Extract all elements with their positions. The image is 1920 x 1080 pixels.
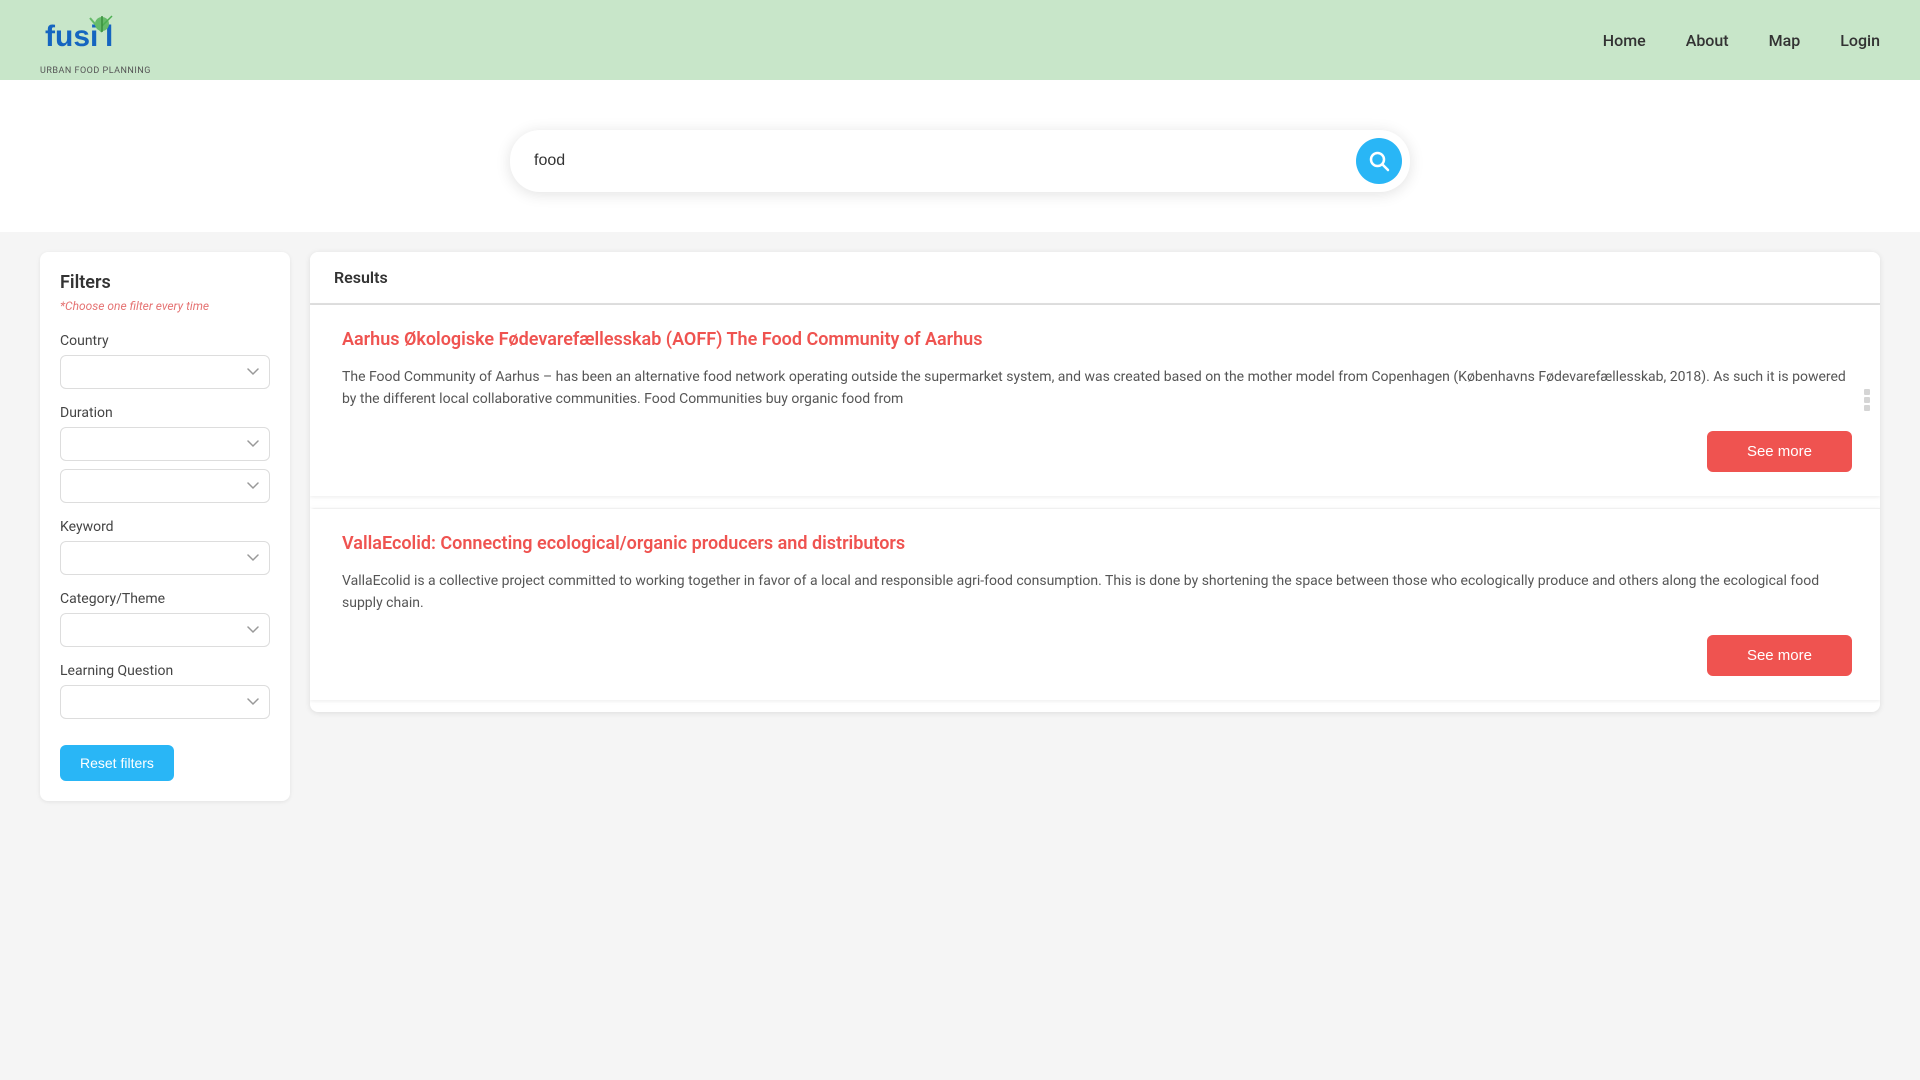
- filter-learning: Learning Question: [60, 663, 270, 719]
- duration-label: Duration: [60, 405, 270, 421]
- results-container: Results Aarhus Økologiske Fødevarefælles…: [310, 252, 1880, 712]
- country-label: Country: [60, 333, 270, 349]
- logo-svg: fusi l: [40, 4, 140, 64]
- result-text-1: The Food Community of Aarhus – has been …: [342, 366, 1852, 411]
- search-input[interactable]: [534, 152, 1356, 170]
- result-text-2: VallaEcolid is a collective project comm…: [342, 570, 1852, 615]
- nav-map[interactable]: Map: [1769, 31, 1801, 50]
- results-header: Results: [310, 252, 1880, 305]
- category-label: Category/Theme: [60, 591, 270, 607]
- results-title: Results: [334, 268, 388, 287]
- svg-text:fusi: fusi: [45, 20, 98, 53]
- keyword-label: Keyword: [60, 519, 270, 535]
- filter-country: Country: [60, 333, 270, 389]
- country-select[interactable]: [60, 355, 270, 389]
- result-actions-2: See more: [342, 635, 1852, 676]
- filter-category: Category/Theme: [60, 591, 270, 647]
- results-area: Results Aarhus Økologiske Fødevarefælles…: [310, 252, 1880, 912]
- search-bar: [510, 130, 1410, 192]
- duration-select-2[interactable]: [60, 469, 270, 503]
- main-content: Filters *Choose one filter every time Co…: [0, 232, 1920, 932]
- filter-duration: Duration: [60, 405, 270, 503]
- keyword-select[interactable]: [60, 541, 270, 575]
- see-more-button-2[interactable]: See more: [1707, 635, 1852, 676]
- category-select[interactable]: [60, 613, 270, 647]
- main-nav: Home About Map Login: [1603, 31, 1880, 50]
- logo-subtitle: URBAN FOOD PLANNING: [40, 66, 151, 76]
- header: fusi l URBAN FOOD PLANNING Home About Ma…: [0, 0, 1920, 80]
- filter-keyword: Keyword: [60, 519, 270, 575]
- logo: fusi l: [40, 4, 140, 64]
- sidebar-title: Filters: [60, 272, 270, 293]
- search-button[interactable]: [1356, 138, 1402, 184]
- result-card-2: VallaEcolid: Connecting ecological/organ…: [310, 508, 1880, 700]
- scroll-indicator-1: [1864, 389, 1870, 411]
- nav-login[interactable]: Login: [1840, 31, 1880, 50]
- sidebar: Filters *Choose one filter every time Co…: [40, 252, 290, 801]
- nav-home[interactable]: Home: [1603, 31, 1646, 50]
- duration-select-1[interactable]: [60, 427, 270, 461]
- result-title-1: Aarhus Økologiske Fødevarefællesskab (AO…: [342, 329, 1852, 350]
- nav-about[interactable]: About: [1686, 31, 1729, 50]
- reset-filters-button[interactable]: Reset filters: [60, 745, 174, 781]
- learning-label: Learning Question: [60, 663, 270, 679]
- logo-area: fusi l URBAN FOOD PLANNING: [40, 4, 151, 76]
- sidebar-hint: *Choose one filter every time: [60, 299, 270, 313]
- result-actions-1: See more: [342, 431, 1852, 472]
- result-card-1: Aarhus Økologiske Fødevarefællesskab (AO…: [310, 305, 1880, 496]
- see-more-button-1[interactable]: See more: [1707, 431, 1852, 472]
- search-icon: [1368, 150, 1390, 172]
- learning-select[interactable]: [60, 685, 270, 719]
- result-title-2: VallaEcolid: Connecting ecological/organ…: [342, 533, 1852, 554]
- search-section: [0, 80, 1920, 232]
